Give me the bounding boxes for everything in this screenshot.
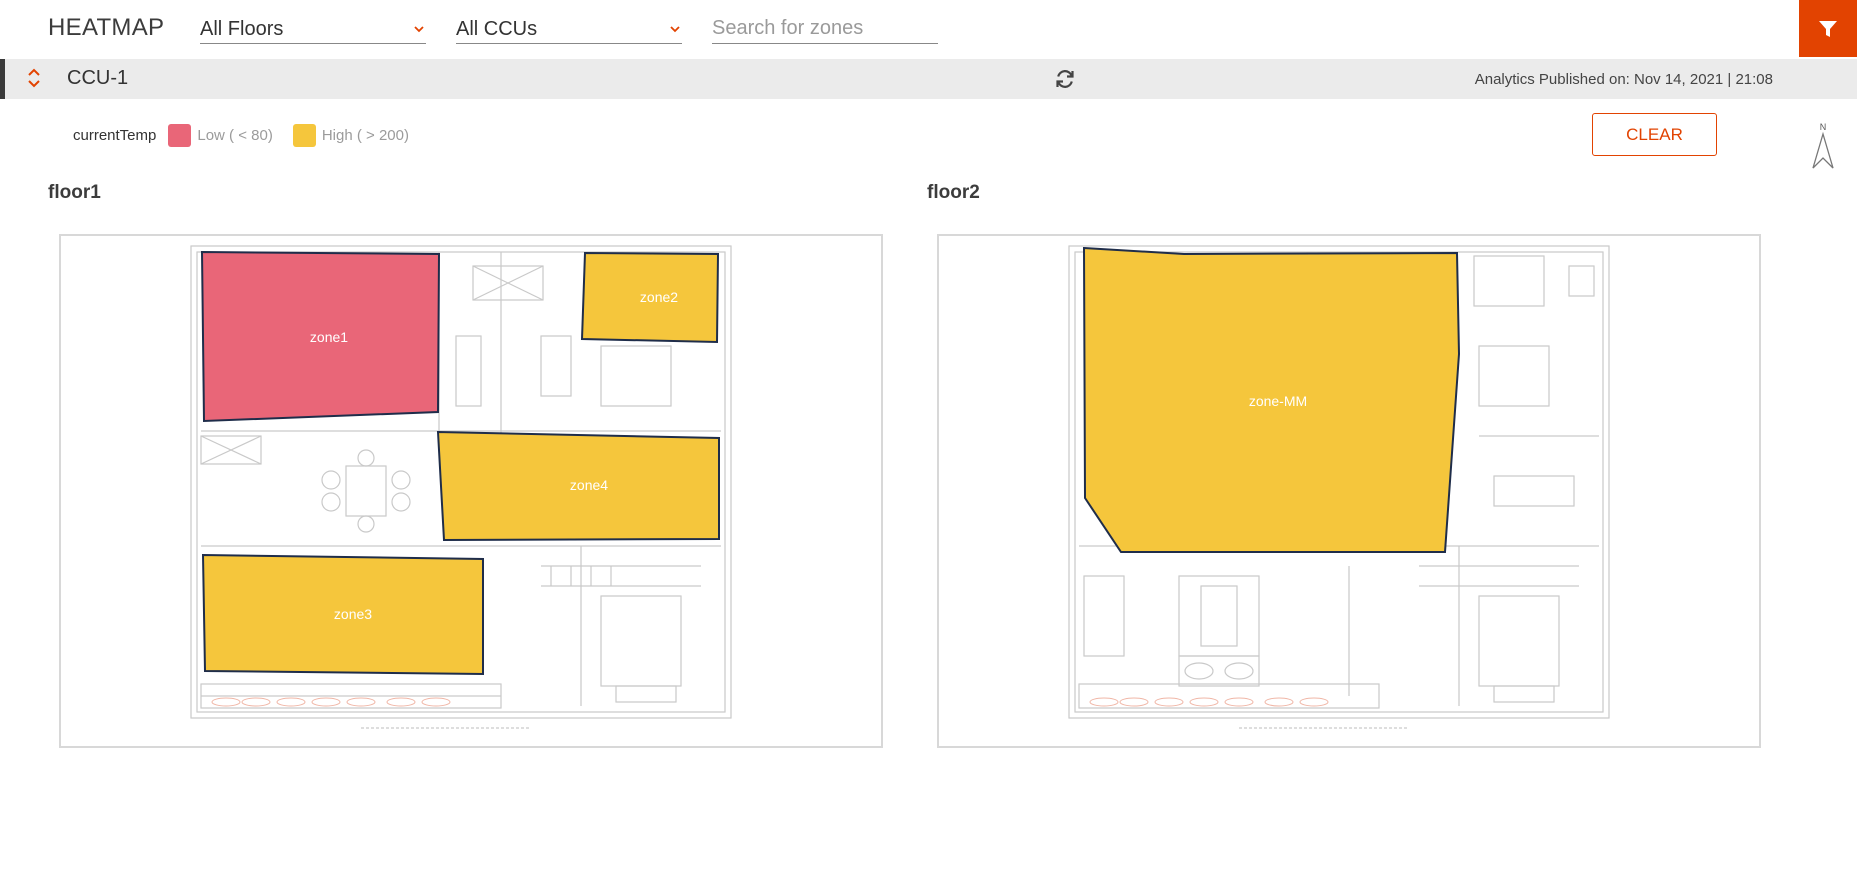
- zone-zone4[interactable]: zone4: [436, 430, 720, 542]
- north-arrow-icon: N: [1812, 122, 1834, 169]
- legend-swatch-high: [292, 123, 316, 147]
- floor1-plan: zone1 zone2 zone4 zone3: [59, 234, 883, 748]
- published-timestamp: Analytics Published on: Nov 14, 2021 | 2…: [1474, 71, 1773, 88]
- heatmap-legend: currentTemp Low ( < 80) High ( > 200): [73, 122, 429, 148]
- zone-label: zone4: [570, 477, 608, 493]
- legend-label-high: High ( > 200): [321, 126, 409, 144]
- ccu-name: CCU-1: [67, 67, 129, 89]
- zone-label: zone2: [640, 289, 678, 305]
- floor2-plan: zone-MM: [937, 234, 1761, 748]
- legend-title: currentTemp: [73, 126, 157, 144]
- filter-icon: [1819, 20, 1837, 37]
- floor2-title: floor2: [927, 182, 980, 203]
- legend-item-high: High ( > 200): [292, 123, 409, 147]
- zone-zone2[interactable]: zone2: [580, 251, 720, 344]
- zone-search-input[interactable]: [712, 14, 938, 44]
- floor-select[interactable]: All Floors: [200, 14, 426, 44]
- floor1-title: floor1: [48, 182, 101, 203]
- zone-zone3[interactable]: zone3: [201, 553, 484, 676]
- chevron-down-icon: [670, 26, 680, 33]
- chevron-down-icon: [414, 26, 424, 33]
- zone-zone-mm[interactable]: zone-MM: [1082, 246, 1461, 553]
- legend-swatch-low: [168, 123, 192, 147]
- north-label: N: [1820, 122, 1827, 132]
- zone-zone1[interactable]: zone1: [200, 250, 441, 423]
- app-title: HEATMAP: [48, 14, 165, 41]
- filter-button[interactable]: [1799, 0, 1857, 57]
- floor1-map: zone1 zone2 zone4 zone3: [190, 245, 732, 729]
- legend-label-low: Low ( < 80): [197, 126, 273, 144]
- floor-select-value: All Floors: [200, 18, 284, 40]
- ccu-bar: CCU-1 Analytics Published on: Nov 14, 20…: [0, 59, 1857, 99]
- zone-label: zone3: [334, 606, 372, 622]
- floor2-map: zone-MM: [1068, 245, 1610, 729]
- legend-item-low: Low ( < 80): [168, 123, 273, 147]
- clear-button[interactable]: CLEAR: [1592, 113, 1717, 156]
- ccu-select-value: All CCUs: [456, 18, 538, 40]
- refresh-icon[interactable]: [1054, 68, 1076, 90]
- zone-label: zone-MM: [1249, 393, 1307, 409]
- expand-collapse-icon[interactable]: [27, 66, 41, 90]
- zone-label: zone1: [310, 329, 348, 345]
- top-bar: HEATMAP All Floors All CCUs: [0, 0, 1857, 58]
- ccu-select[interactable]: All CCUs: [456, 14, 682, 44]
